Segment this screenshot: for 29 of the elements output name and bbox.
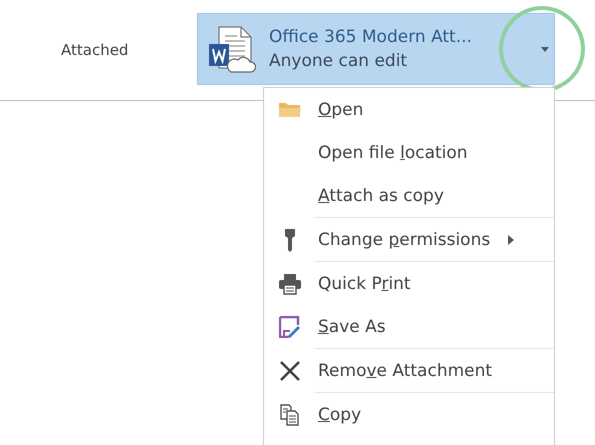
menu-item-label: Remove Attachment xyxy=(318,360,492,380)
menu-item-label: Change permissions xyxy=(318,230,490,250)
close-icon xyxy=(279,360,301,382)
menu-item[interactable]: Attach as copy xyxy=(264,174,554,217)
menu-item[interactable]: Remove Attachment xyxy=(264,349,554,392)
menu-item-label: Open xyxy=(318,100,364,120)
folder-icon xyxy=(278,100,302,118)
menu-item[interactable]: Change permissions xyxy=(264,218,554,261)
attached-label: Attached xyxy=(61,41,130,59)
save-pen-icon xyxy=(279,316,301,338)
key-icon xyxy=(284,228,296,252)
copy-icon xyxy=(280,404,300,426)
caret-icon[interactable] xyxy=(541,46,549,52)
menu-item[interactable]: Open file location xyxy=(264,131,554,174)
menu-item-label: Open file location xyxy=(318,142,468,162)
menu-item-label: Copy xyxy=(318,404,362,424)
attachment-button[interactable]: Office 365 Modern Att... Anyone can edit xyxy=(197,13,555,85)
attachment-name: Office 365 Modern Att... xyxy=(269,27,473,47)
menu-item[interactable]: Open xyxy=(264,88,554,131)
submenu-arrow-icon xyxy=(508,234,514,244)
menu-item-label: Quick Print xyxy=(318,274,411,294)
menu-item[interactable]: Save As xyxy=(264,305,554,348)
menu-item-label: Attach as copy xyxy=(318,186,444,206)
attachment-permission: Anyone can edit xyxy=(269,51,408,71)
printer-icon xyxy=(278,272,302,294)
menu-item[interactable]: Copy xyxy=(264,393,554,436)
menu-item-label: Save As xyxy=(318,316,386,336)
menu-item[interactable]: Quick Print xyxy=(264,262,554,305)
word-document-cloud-icon xyxy=(207,24,257,74)
